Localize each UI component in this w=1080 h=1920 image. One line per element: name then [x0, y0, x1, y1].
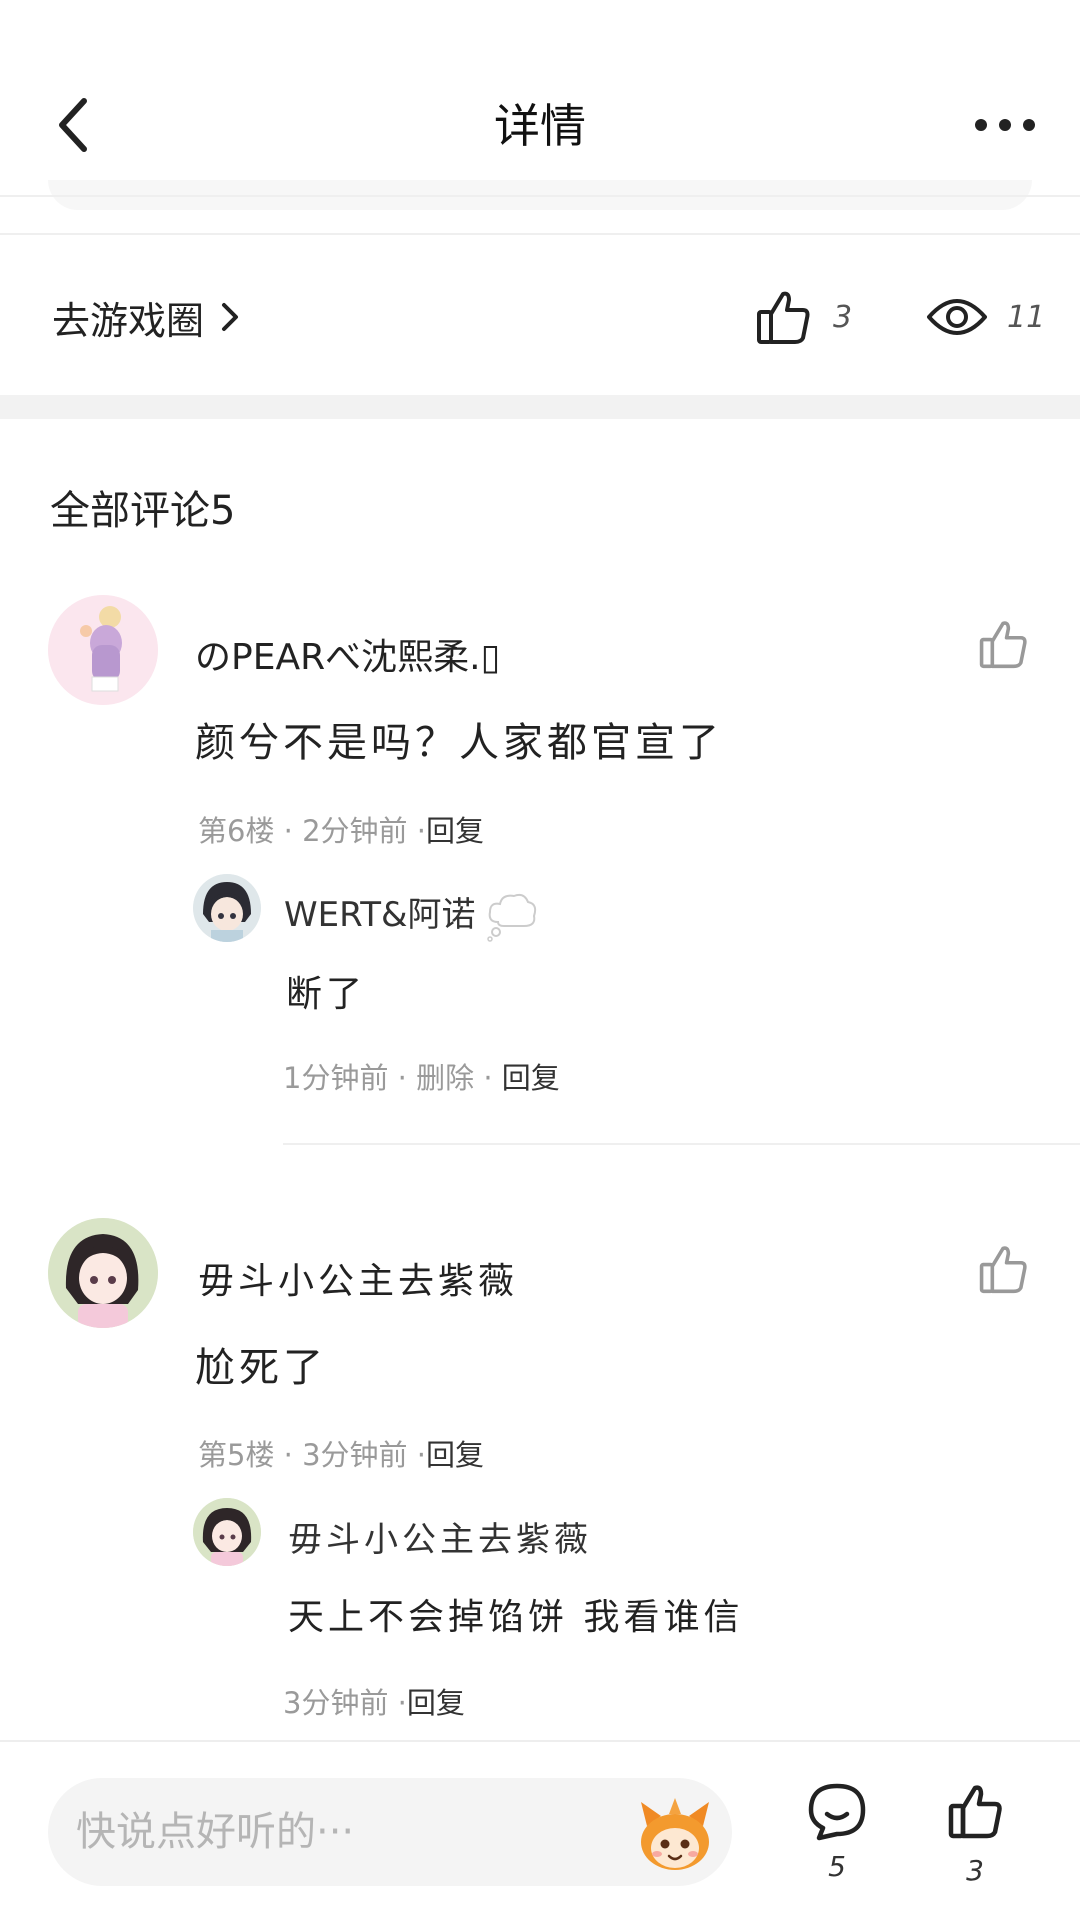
- avatar[interactable]: [193, 1498, 261, 1566]
- comment-time: 3分钟前: [302, 1438, 408, 1472]
- avatar-image: [48, 595, 158, 705]
- reply-text: 天上不会掉馅饼 我看谁信: [288, 1597, 744, 1638]
- reply-meta: 1分钟前 · 删除 · 回复: [283, 1061, 560, 1095]
- avatar-image: [193, 1498, 261, 1566]
- avatar[interactable]: [48, 1218, 158, 1328]
- header-divider: [0, 195, 1080, 197]
- thumbs-up-icon: [757, 291, 810, 344]
- game-circle-label: 去游戏圈: [52, 298, 205, 343]
- thumbs-up-icon: [948, 1785, 1002, 1839]
- post-like-button[interactable]: 3: [755, 285, 852, 349]
- chevron-right-icon: [222, 303, 239, 331]
- bottom-action-bar: 5 3: [0, 1740, 1080, 1920]
- comment-time: 2分钟前: [302, 814, 408, 848]
- emoji-button[interactable]: [633, 1792, 717, 1874]
- comment-reply-button[interactable]: 回复: [426, 1438, 484, 1472]
- post-views: 11: [925, 285, 1045, 349]
- comment-user-name[interactable]: のPEARべ沈熙柔.▯: [195, 628, 500, 680]
- reply-meta: 3分钟前 ·回复: [283, 1686, 465, 1720]
- comment-user-name[interactable]: 毋斗小公主去紫薇: [198, 1252, 518, 1304]
- comment-like-button[interactable]: [978, 618, 1038, 678]
- avatar[interactable]: [48, 595, 158, 705]
- comment-input[interactable]: [74, 1778, 634, 1886]
- comments-heading: 全部评论5: [50, 488, 236, 534]
- comment-meta: 第6楼 · 2分钟前 ·回复: [198, 814, 485, 848]
- avatar-image: [48, 1218, 158, 1328]
- reply-reply-button[interactable]: 回复: [407, 1686, 465, 1720]
- more-dots-icon: [975, 119, 1035, 131]
- comment-floor: 第5楼: [198, 1438, 275, 1472]
- reply-time: 3分钟前: [283, 1686, 389, 1720]
- post-like-count: 3: [833, 299, 853, 335]
- reply-reply-button[interactable]: 回复: [502, 1061, 560, 1095]
- reply-user-name[interactable]: WERT&阿诺: [284, 887, 538, 942]
- comment-text: 颜兮不是吗？人家都官宣了: [195, 720, 723, 766]
- comment-count: 5: [828, 1850, 846, 1883]
- comment-text: 尬死了: [195, 1345, 327, 1391]
- post-view-count: 11: [1007, 299, 1046, 335]
- top-navigation-bar: 详情: [0, 0, 1080, 196]
- thumbs-up-icon: [979, 1246, 1027, 1294]
- comment-like-button[interactable]: [978, 1243, 1038, 1303]
- chat-bubble-icon: [808, 1783, 866, 1841]
- reply-text: 断了: [286, 974, 367, 1015]
- like-count: 3: [966, 1854, 984, 1887]
- thought-bubble-icon: [487, 893, 537, 942]
- avatar-image: [193, 874, 261, 942]
- more-button[interactable]: [970, 100, 1040, 150]
- comment-meta: 第5楼 · 3分钟前 ·回复: [198, 1438, 485, 1472]
- comment-reply-button[interactable]: 回复: [426, 814, 484, 848]
- mascot-emoji-icon: [641, 1798, 709, 1870]
- reply-time: 1分钟前: [283, 1061, 389, 1095]
- comment-divider: [283, 1143, 1080, 1145]
- avatar[interactable]: [193, 874, 261, 942]
- page-title: 详情: [494, 99, 586, 153]
- comments-button[interactable]: 5: [792, 1782, 882, 1902]
- go-to-game-circle-link[interactable]: 去游戏圈: [52, 287, 240, 347]
- comment-input-box[interactable]: [48, 1778, 732, 1886]
- comment-floor: 第6楼: [198, 814, 275, 848]
- thumbs-up-icon: [979, 621, 1027, 669]
- like-button[interactable]: 3: [930, 1782, 1020, 1902]
- eye-icon: [927, 299, 987, 335]
- reply-delete-button[interactable]: 删除: [416, 1061, 474, 1095]
- post-stats-row: 去游戏圈 3 11: [0, 235, 1080, 395]
- section-separator: [0, 395, 1080, 419]
- reply-user-name[interactable]: 毋斗小公主去紫薇: [288, 1512, 592, 1561]
